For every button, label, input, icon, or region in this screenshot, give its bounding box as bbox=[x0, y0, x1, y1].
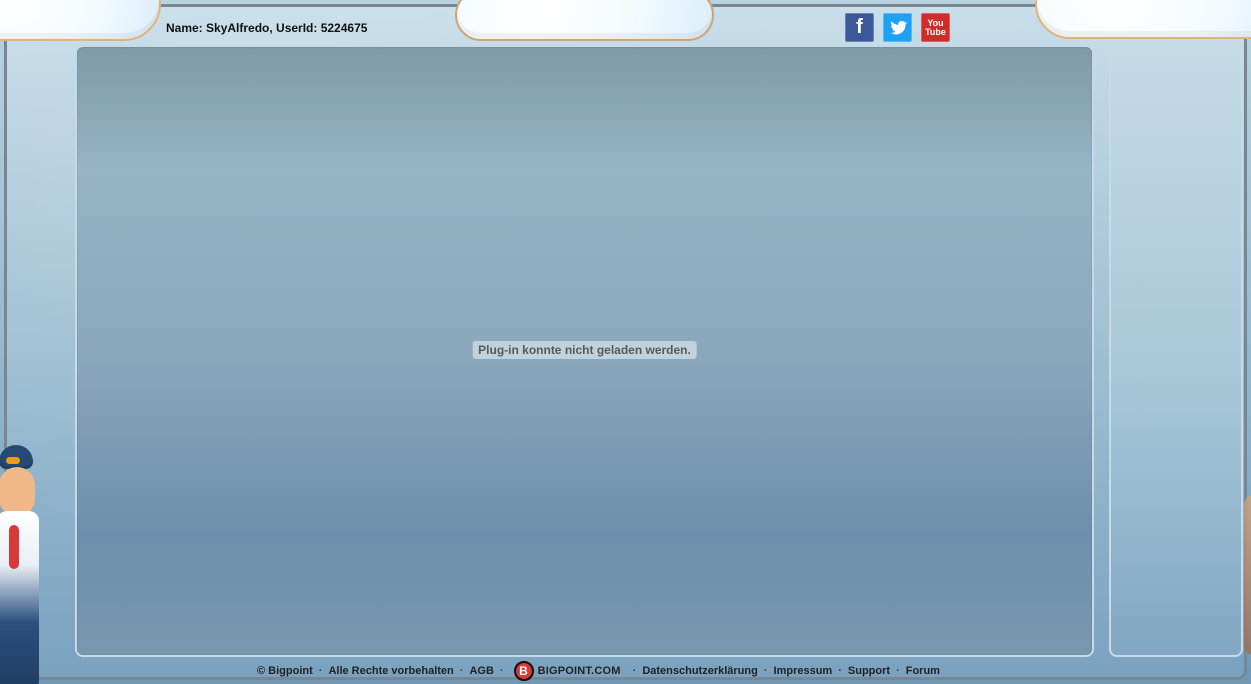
social-links: f You Tube bbox=[845, 13, 950, 42]
right-panel bbox=[1109, 45, 1243, 657]
footer-separator: · bbox=[763, 665, 768, 677]
footer-imprint-link[interactable]: Impressum bbox=[774, 665, 833, 677]
twitter-icon[interactable] bbox=[883, 13, 912, 42]
footer-separator: · bbox=[499, 665, 504, 677]
right-mascot-decoration bbox=[1244, 495, 1251, 655]
pilot-tie bbox=[9, 525, 19, 569]
footer-rights: Alle Rechte vorbehalten bbox=[328, 665, 454, 677]
game-panel: Plug-in konnte nicht geladen werden. bbox=[75, 45, 1094, 657]
youtube-icon-label: You Tube bbox=[925, 18, 946, 37]
cloud-center-decoration bbox=[455, 0, 714, 41]
pilot-mascot-decoration bbox=[0, 445, 45, 684]
footer-separator: · bbox=[896, 665, 900, 677]
pilot-badge bbox=[6, 457, 20, 464]
facebook-icon[interactable]: f bbox=[845, 13, 874, 42]
bigpoint-logo-text: BIGPOINT.COM bbox=[537, 665, 621, 677]
youtube-label-line-2: Tube bbox=[925, 26, 946, 37]
twitter-bird-icon bbox=[890, 20, 907, 34]
footer-copyright: © Bigpoint bbox=[257, 665, 313, 677]
bigpoint-logo-icon: B bbox=[513, 661, 534, 681]
bigpoint-logo-link[interactable]: B BIGPOINT.COM bbox=[513, 661, 621, 681]
facebook-icon-label: f bbox=[856, 16, 863, 38]
footer-separator: · bbox=[838, 665, 842, 677]
footer-support-link[interactable]: Support bbox=[848, 665, 890, 677]
footer-forum-link[interactable]: Forum bbox=[906, 665, 940, 677]
footer-agb-link[interactable]: AGB bbox=[469, 665, 493, 677]
footer: © Bigpoint · Alle Rechte vorbehalten · A… bbox=[257, 661, 940, 681]
footer-separator: · bbox=[632, 665, 637, 677]
plugin-error-message: Plug-in konnte nicht geladen werden. bbox=[472, 341, 697, 359]
youtube-icon[interactable]: You Tube bbox=[921, 13, 950, 42]
footer-privacy-link[interactable]: Datenschutzerklärung bbox=[642, 665, 758, 677]
footer-separator: · bbox=[318, 665, 323, 677]
pilot-face bbox=[0, 467, 35, 515]
pilot-body bbox=[0, 511, 39, 684]
app-frame: Name: SkyAlfredo, UserId: 5224675 f You … bbox=[0, 0, 1251, 684]
cloud-left-decoration bbox=[0, 0, 161, 41]
footer-separator: · bbox=[459, 665, 464, 677]
cloud-right-decoration bbox=[1035, 0, 1251, 39]
user-info: Name: SkyAlfredo, UserId: 5224675 bbox=[166, 21, 368, 35]
